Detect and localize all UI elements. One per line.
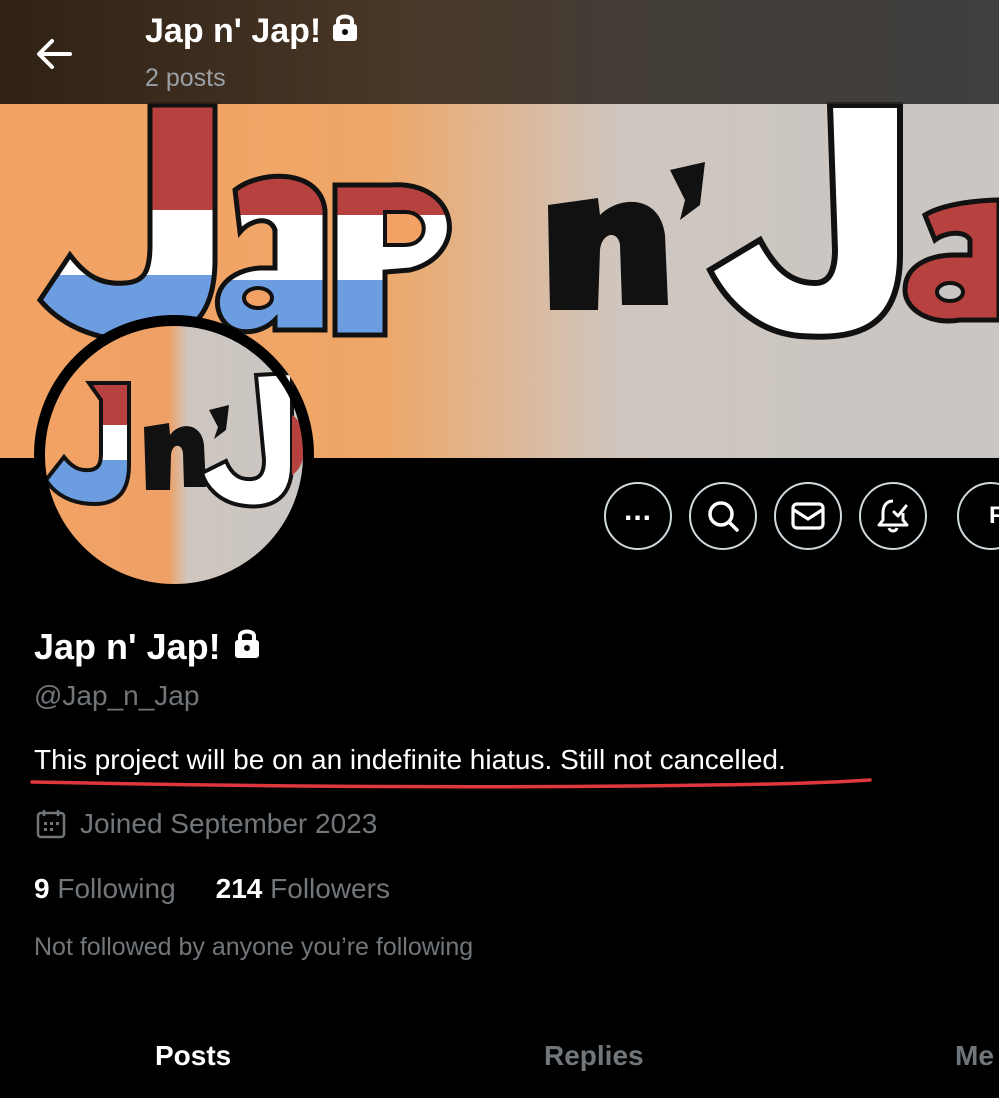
calendar-icon <box>36 810 66 839</box>
search-button[interactable] <box>689 482 757 550</box>
notify-button[interactable] <box>859 482 927 550</box>
more-button[interactable]: ... <box>604 482 672 550</box>
message-button[interactable] <box>774 482 842 550</box>
joined-date-text: Joined September 2023 <box>80 808 378 839</box>
profile-actions: ... <box>604 482 927 550</box>
more-icon: ... <box>623 494 652 527</box>
following-count: 9 <box>34 873 50 904</box>
avatar[interactable] <box>34 315 314 595</box>
header-post-count: 2 posts <box>145 64 226 92</box>
followed-by-text: Not followed by anyone you’re following <box>34 933 474 961</box>
tab-replies[interactable]: Replies <box>544 1040 644 1072</box>
bio-underline-annotation <box>30 778 872 789</box>
lock-icon <box>233 626 261 668</box>
header-title-text: Jap n' Jap! <box>145 12 322 50</box>
profile-page: Jap n' Jap! 2 posts ... F Jap n' Jap! @J… <box>0 0 999 1098</box>
tab-media[interactable]: Me <box>955 1040 994 1072</box>
lock-icon <box>331 12 359 51</box>
followers-stat[interactable]: 214 Followers <box>216 873 390 905</box>
follow-button-partial[interactable]: F <box>957 482 999 550</box>
tab-posts[interactable]: Posts <box>155 1040 231 1072</box>
followers-label: Followers <box>270 873 390 904</box>
follow-stats: 9 Following 214 Followers <box>34 873 390 905</box>
message-icon <box>791 502 825 530</box>
joined-date: Joined September 2023 <box>36 808 377 840</box>
avatar-logo-image <box>37 318 311 592</box>
back-arrow-icon[interactable] <box>30 30 78 78</box>
followers-count: 214 <box>215 873 263 904</box>
profile-name-text: Jap n' Jap! <box>34 626 221 667</box>
follow-button-label: F <box>989 502 999 529</box>
following-stat[interactable]: 9 Following <box>34 873 176 905</box>
profile-handle: @Jap_n_Jap <box>34 680 200 711</box>
profile-bio: This project will be on an indefinite hi… <box>34 744 786 775</box>
top-navigation-bar: Jap n' Jap! 2 posts <box>0 0 999 104</box>
following-label: Following <box>57 873 176 904</box>
search-icon <box>708 501 739 532</box>
profile-name: Jap n' Jap! <box>34 626 261 668</box>
profile-tabs: Posts Replies Me <box>0 1040 999 1098</box>
notification-bell-icon <box>877 499 909 533</box>
header-title: Jap n' Jap! <box>145 12 359 51</box>
